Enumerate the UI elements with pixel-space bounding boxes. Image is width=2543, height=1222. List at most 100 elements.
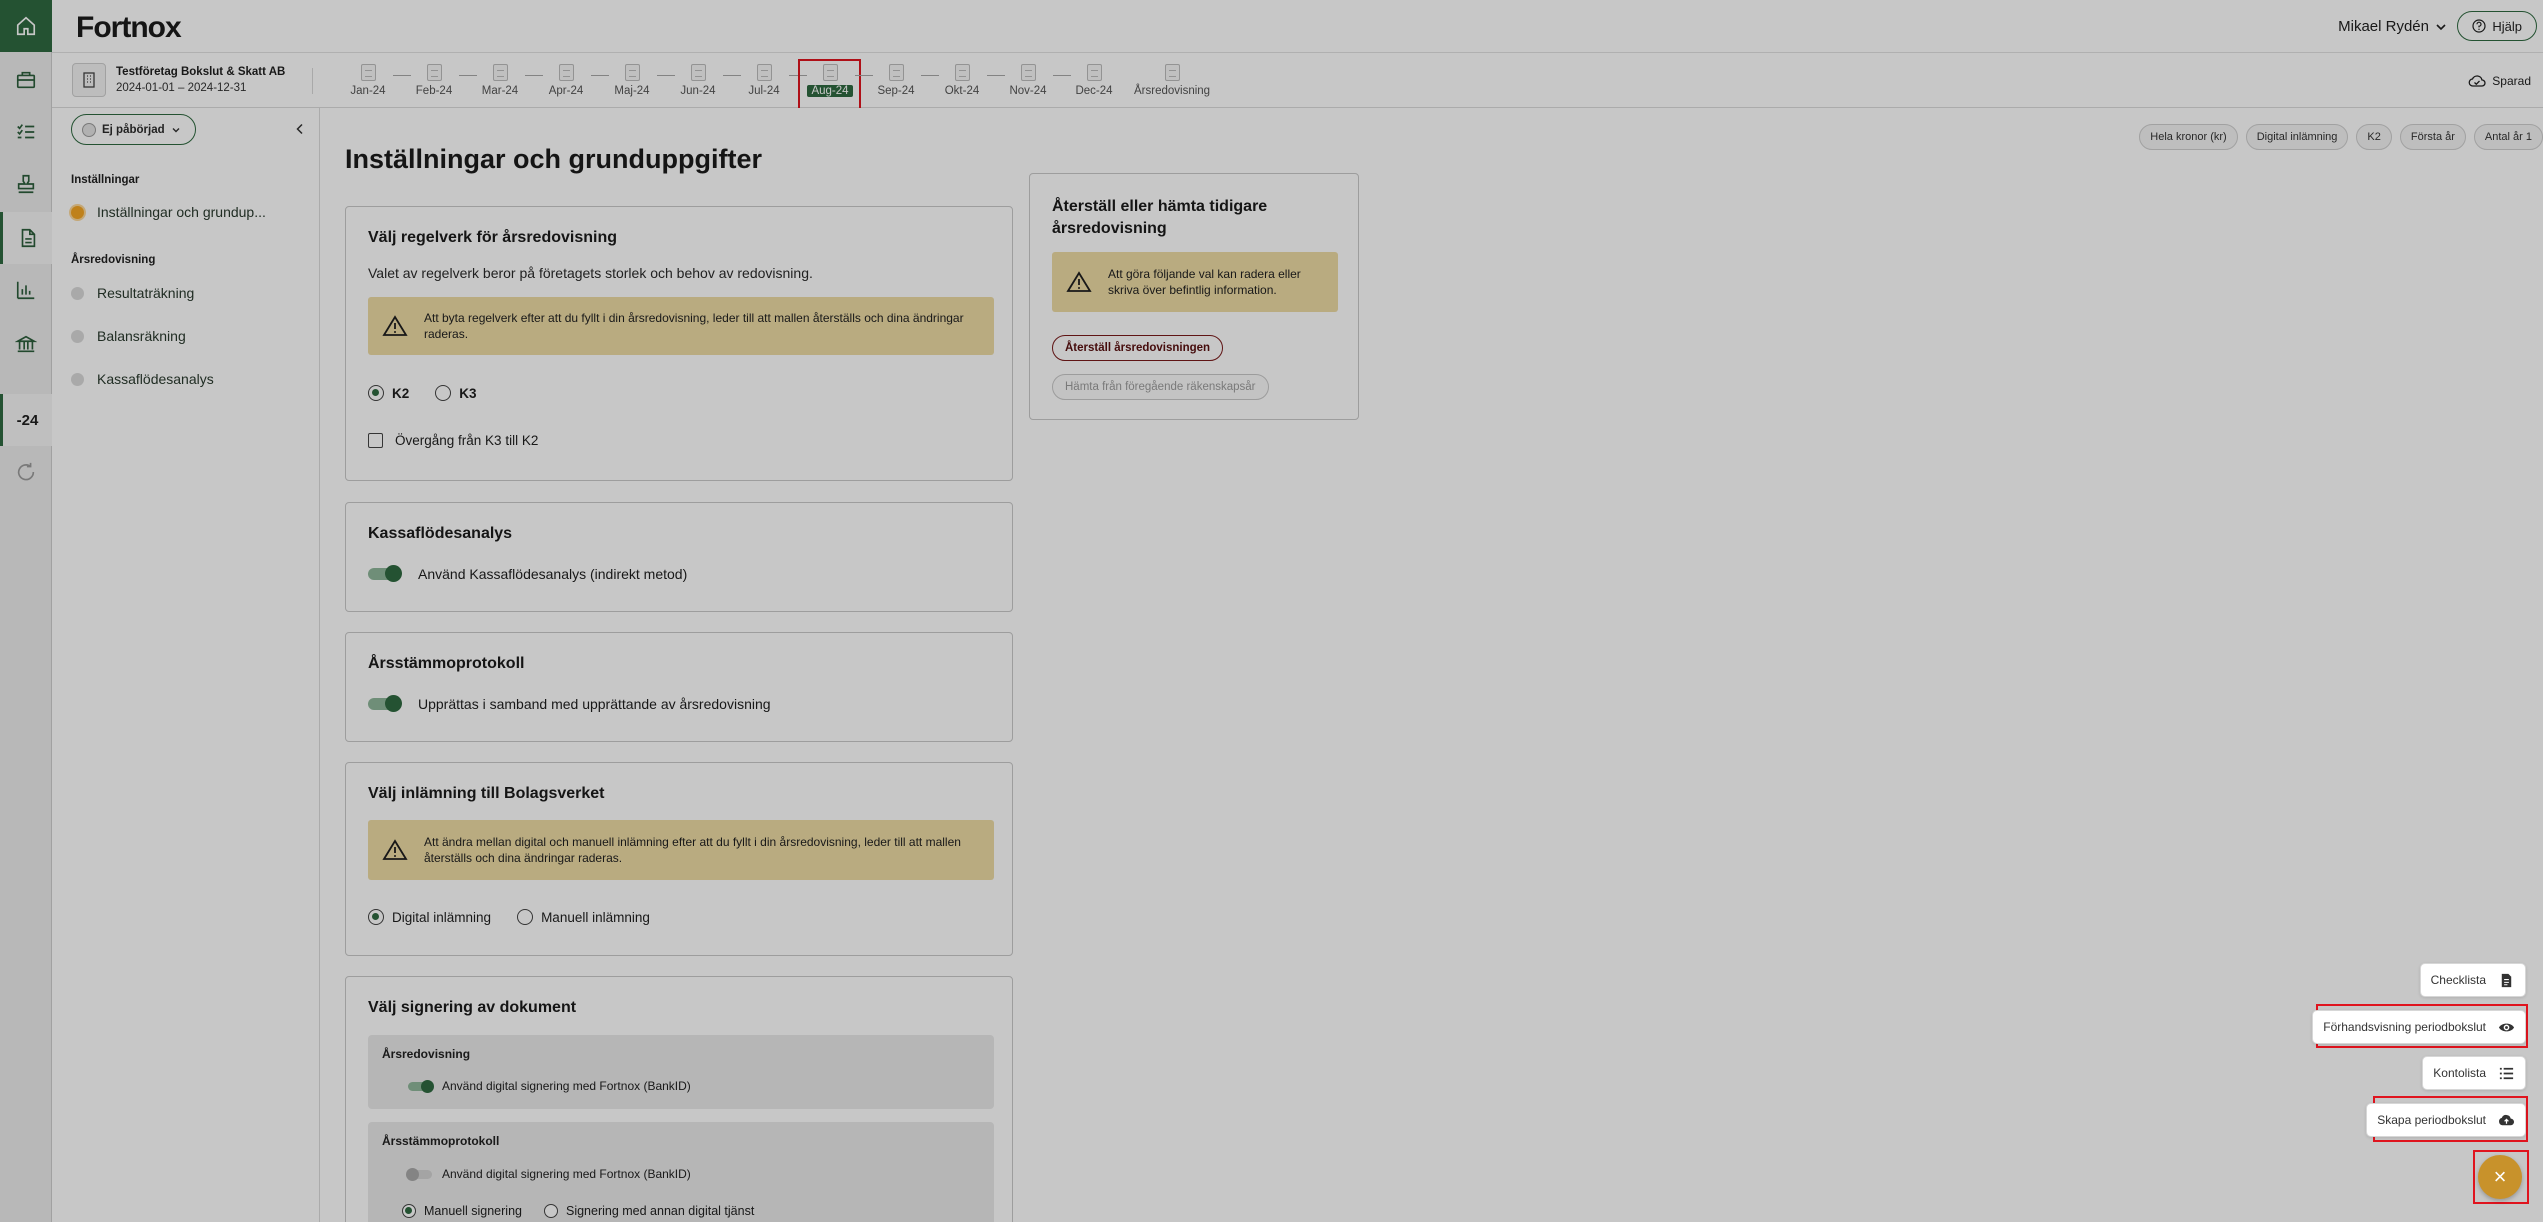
sidebar: Ej påbörjad Inställningar Inställningar … [52,108,320,1222]
building-icon [72,63,106,97]
document-icon [954,64,970,81]
period-aug[interactable]: Aug-24 [797,59,863,111]
sub2-toggle[interactable] [406,1167,432,1181]
period-arsredovisning[interactable]: Årsredovisning [1130,62,1214,99]
card-title: Återställ eller hämta tidigare årsredovi… [1052,198,1268,238]
card-title: Årsstämmoprotokoll [368,655,525,672]
period-okt[interactable]: Okt-24 [929,62,995,99]
collapse-sidebar-button[interactable] [295,122,305,138]
chip-submission[interactable]: Digital inlämning [2245,124,2349,150]
sub2-toggle-row[interactable]: Använd digital signering med Fortnox (Ba… [382,1167,691,1181]
user-menu[interactable]: Mikael Rydén [2338,18,2447,35]
card-title: Välj signering av dokument [368,999,577,1016]
chip-year-count[interactable]: Antal år 1 [2473,124,2543,150]
fab-close-button[interactable]: × [2478,1155,2522,1199]
card-title: Välj regelverk för årsredovisning [368,229,617,246]
document-icon [558,64,574,81]
refresh-icon[interactable] [0,446,52,498]
sidebar-item-label: Kassaflödesanalys [97,371,214,387]
divider [312,68,313,94]
sub1-toggle-row[interactable]: Använd digital signering med Fortnox (Ba… [382,1079,691,1093]
kassaflode-toggle[interactable] [368,565,402,582]
radio-control[interactable] [368,385,384,401]
period-jan[interactable]: Jan-24 [335,62,401,99]
radio-digital[interactable]: Digital inlämning [368,909,491,925]
document-icon [426,64,442,81]
warning-icon [1066,271,1092,292]
top-header: Fortnox Mikael Rydén Hjälp [52,0,2543,53]
document-icon [1086,64,1102,81]
reset-report-button[interactable]: Återställ årsredovisningen [1052,335,1224,361]
document-icon [690,64,706,81]
radio-control[interactable] [517,909,534,925]
document-icon[interactable] [0,212,52,264]
warning-icon [382,315,408,336]
checkbox-control[interactable] [368,433,383,448]
help-button[interactable]: Hjälp [2457,11,2537,41]
status-dot-icon [71,286,84,300]
radio-control[interactable] [368,909,384,925]
sidebar-item-balansrakning[interactable]: Balansräkning [71,328,311,344]
warning-text: Att byta regelverk efter att du fyllt i … [424,310,964,341]
fab-preview-period[interactable]: Förhandsvisning periodbokslut [2312,1010,2526,1044]
radio-control[interactable] [435,385,452,401]
radio-k2[interactable]: K2 [368,385,409,401]
sidebar-item-settings[interactable]: Inställningar och grundup... [71,204,311,220]
kassaflode-toggle-row[interactable]: Använd Kassaflödesanalys (indirekt metod… [368,565,687,582]
eye-icon [2498,1023,2515,1031]
checkbox-k3-to-k2[interactable]: Övergång från K3 till K2 [368,433,538,448]
fab-create-period[interactable]: Skapa periodbokslut [2366,1103,2526,1137]
document-icon [624,64,640,81]
inlamning-options: Digital inlämning Manuell inlämning [368,909,664,925]
subcard-title: Årsstämmoprotokoll [382,1134,500,1148]
fortnox-logo[interactable]: Fortnox [76,11,182,45]
period-feb[interactable]: Feb-24 [401,62,467,99]
section-report: Årsredovisning [71,254,156,266]
arsstamma-toggle[interactable] [368,695,402,712]
period-nov[interactable]: Nov-24 [995,62,1061,99]
sidebar-item-kassaflodesanalys[interactable]: Kassaflödesanalys [71,371,311,387]
stamp-icon[interactable] [0,158,52,210]
radio-control[interactable] [402,1204,416,1218]
chevron-down-icon [172,127,180,132]
card-restore: Återställ eller hämta tidigare årsredovi… [1029,173,1359,420]
radio-control[interactable] [543,1204,558,1218]
chip-regelverk[interactable]: K2 [2356,124,2392,150]
sidebar-item-resultatrakning[interactable]: Resultaträkning [71,285,311,301]
period-mar[interactable]: Mar-24 [467,62,533,99]
chip-currency[interactable]: Hela kronor (kr) [2139,124,2238,150]
arsstamma-toggle-row[interactable]: Upprättas i samband med upprättande av å… [368,695,771,712]
bar-chart-icon[interactable] [0,264,52,316]
briefcase-icon[interactable] [0,54,52,106]
period-maj[interactable]: Maj-24 [599,62,665,99]
radio-manual-signing[interactable]: Manuell signering [402,1204,522,1218]
warning-text: Att ändra mellan digital och manuell inl… [424,834,961,865]
bank-icon[interactable] [0,318,52,370]
radio-k3[interactable]: K3 [435,385,477,401]
radio-other-service[interactable]: Signering med annan digital tjänst [543,1204,754,1218]
checklist-icon[interactable] [0,106,52,158]
cloud-check-icon [2468,75,2486,87]
card-signering: Välj signering av dokument Årsredovisnin… [345,976,1013,1222]
left-rail: -24 [0,0,52,1222]
period-apr[interactable]: Apr-24 [533,62,599,99]
fab-checklista[interactable]: Checklista [2419,963,2526,997]
fetch-previous-button[interactable]: Hämta från föregående räkenskapsår [1052,374,1269,400]
period-jul[interactable]: Jul-24 [731,62,797,99]
question-icon [2472,19,2486,33]
home-icon[interactable] [0,0,52,52]
warning-box: Att ändra mellan digital och manuell inl… [368,820,994,880]
chip-first-year[interactable]: Första år [2399,124,2466,150]
card-inlamning: Välj inlämning till Bolagsverket Att änd… [345,762,1013,956]
period-dec[interactable]: Dec-24 [1061,62,1127,99]
radio-manual[interactable]: Manuell inlämning [517,909,650,925]
cloud-upload-icon [2499,1114,2515,1125]
status-dropdown[interactable]: Ej påbörjad [71,114,196,145]
company-info[interactable]: Testföretag Bokslut & Skatt AB 2024-01-0… [72,63,285,97]
year-selector[interactable]: -24 [0,394,52,446]
sub1-toggle[interactable] [408,1079,434,1093]
period-jun[interactable]: Jun-24 [665,62,731,99]
list-icon [2499,1067,2514,1079]
period-sep[interactable]: Sep-24 [863,62,929,99]
fab-kontolista[interactable]: Kontolista [2422,1056,2526,1090]
